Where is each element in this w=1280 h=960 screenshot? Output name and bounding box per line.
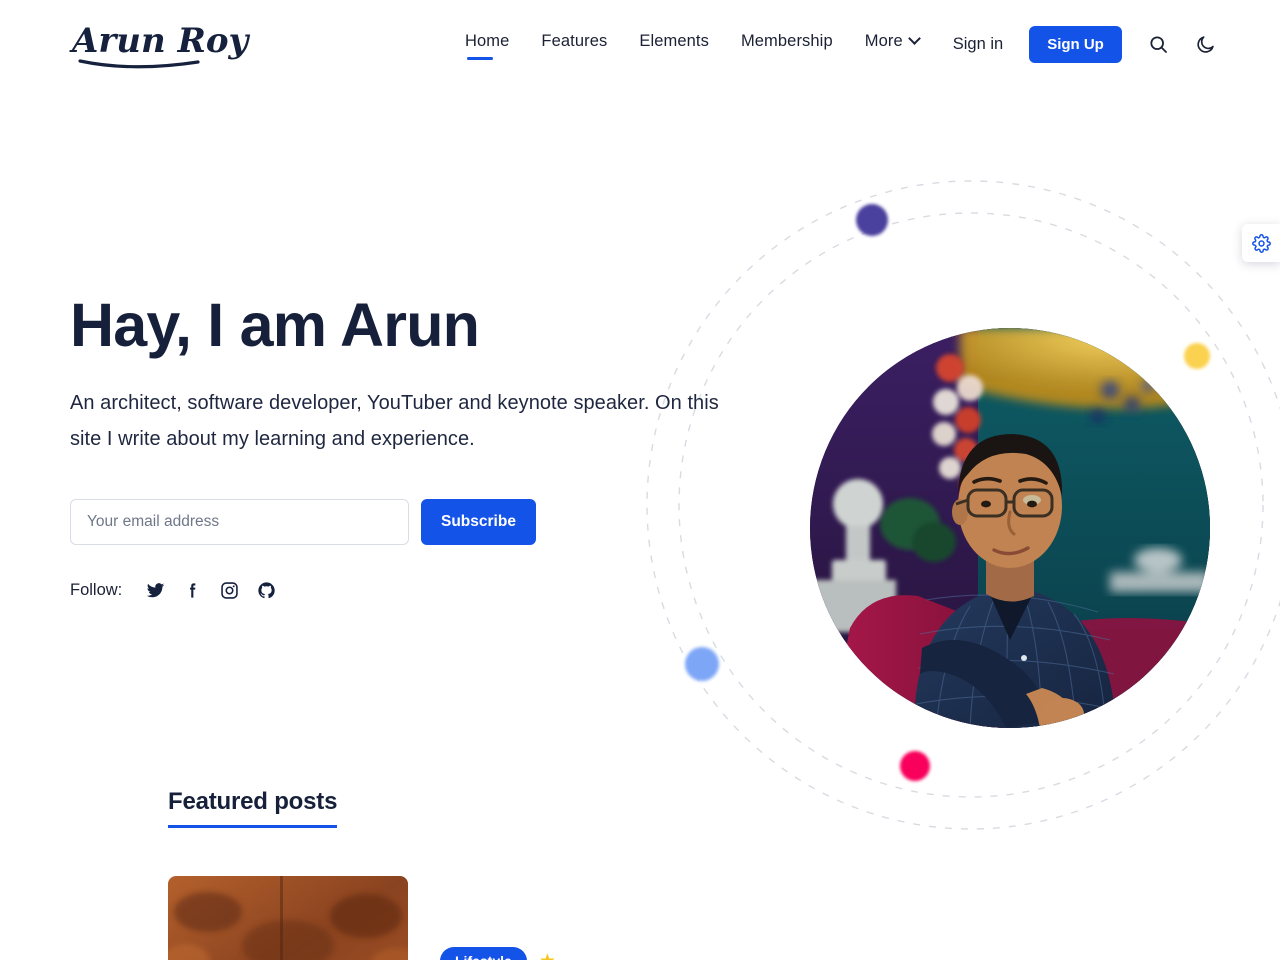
social-link-facebook[interactable] (183, 581, 202, 600)
nav-item-more-label: More (864, 32, 903, 50)
theme-toggle-button[interactable] (1195, 34, 1216, 55)
twitter-icon (147, 583, 165, 598)
star-icon: ★ (539, 952, 556, 960)
nav-item-more[interactable]: More (864, 28, 921, 60)
moon-icon (1197, 35, 1214, 53)
chevron-down-icon (907, 32, 921, 45)
hero-title: Hay, I am Arun (70, 291, 480, 359)
settings-tab-button[interactable] (1242, 224, 1280, 262)
orbit-dot-yellow (1184, 343, 1210, 369)
hero-subtitle: An architect, software developer, YouTub… (70, 391, 719, 450)
follow-label: Follow: (70, 580, 123, 599)
featured-post-meta: Lifestyle ★ (440, 876, 556, 960)
search-icon (1150, 35, 1167, 53)
search-button[interactable] (1148, 34, 1169, 55)
instagram-icon (221, 582, 238, 599)
brand-underline-flourish (78, 59, 200, 69)
github-icon (258, 582, 275, 599)
email-input[interactable] (70, 498, 409, 545)
featured-post-thumbnail[interactable] (168, 876, 408, 960)
social-link-instagram[interactable] (220, 581, 239, 600)
gear-icon (1251, 233, 1271, 253)
brand-logo-text: Arun Roy (69, 21, 251, 61)
site-header: Arun Roy Home Features Elements Membersh… (0, 0, 1280, 88)
nav-item-home[interactable]: Home (465, 28, 509, 60)
facebook-icon (190, 583, 196, 598)
featured-posts-heading: Featured posts (168, 788, 337, 828)
post-tag-lifestyle[interactable]: Lifestyle (440, 947, 527, 960)
main-navigation: Home Features Elements Membership More (465, 28, 921, 60)
nav-item-elements[interactable]: Elements (639, 28, 709, 60)
hero-orbit-decoration (646, 180, 1280, 830)
hero-section: Hay, I am Arun An architect, software de… (0, 88, 1280, 830)
sign-in-link[interactable]: Sign in (953, 35, 1003, 54)
social-link-github[interactable] (257, 581, 276, 600)
orbit-dot-purple (856, 204, 888, 236)
orbit-dot-pink (900, 751, 930, 781)
social-link-twitter[interactable] (146, 581, 165, 600)
brand-logo[interactable]: Arun Roy (69, 18, 251, 70)
header-actions: Sign in Sign Up (953, 25, 1216, 63)
follow-row: Follow: (70, 581, 730, 600)
nav-item-membership[interactable]: Membership (741, 28, 833, 60)
nav-item-features[interactable]: Features (541, 28, 607, 60)
subscribe-button[interactable]: Subscribe (421, 498, 536, 545)
subscribe-form: Subscribe (70, 498, 730, 545)
orbit-dot-blue (685, 647, 719, 681)
hero-copy: Hay, I am Arun An architect, software de… (70, 291, 730, 600)
sign-up-button[interactable]: Sign Up (1029, 25, 1122, 63)
hero-portrait (810, 328, 1210, 728)
featured-posts-grid: Lifestyle ★ (168, 876, 1210, 960)
